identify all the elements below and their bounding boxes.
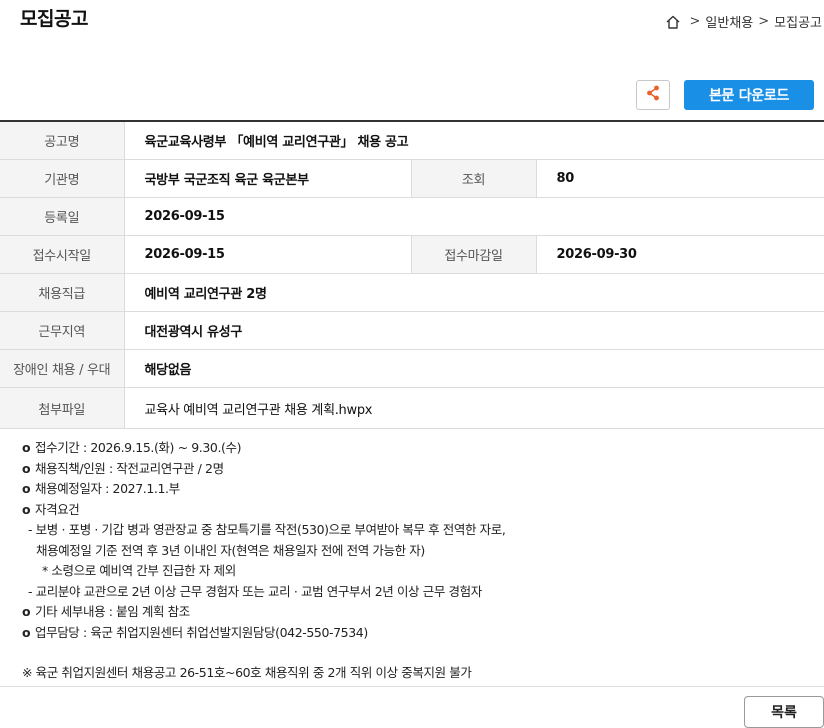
position-label: 채용직급 bbox=[0, 273, 125, 312]
title-value: 육군교육사령부 「예비역 교리연구관」 채용 공고 bbox=[124, 121, 824, 160]
region-value: 대전광역시 유성구 bbox=[124, 311, 824, 350]
reg-date-label: 등록일 bbox=[0, 197, 125, 236]
download-button[interactable]: 본문 다운로드 bbox=[684, 80, 814, 110]
body-line: 기타 세부내용 : 붙임 계획 참조 bbox=[22, 602, 814, 623]
table-row: 첨부파일 교육사 예비역 교리연구관 채용 계획.hwpx bbox=[0, 387, 824, 429]
list-button[interactable]: 목록 bbox=[744, 696, 824, 728]
body-note: ※ 육군 취업지원센터 채용공고 26-51호~60호 채용직위 중 2개 직위… bbox=[22, 665, 472, 680]
home-icon[interactable] bbox=[665, 14, 681, 30]
table-row: 공고명 육군교육사령부 「예비역 교리연구관」 채용 공고 bbox=[0, 121, 824, 160]
share-button[interactable] bbox=[636, 80, 670, 110]
body-line: * 소령으로 예비역 간부 진급한 자 제외 bbox=[42, 563, 236, 578]
breadcrumb-separator: > bbox=[758, 14, 770, 29]
attachment-link[interactable]: 교육사 예비역 교리연구관 채용 계획.hwpx bbox=[124, 387, 824, 429]
table-row: 근무지역 대전광역시 유성구 bbox=[0, 311, 824, 350]
reg-date-value: 2026-09-15 bbox=[124, 197, 824, 236]
body-line: 접수기간 : 2026.9.15.(화) ~ 9.30.(수) bbox=[22, 438, 814, 459]
breadcrumb-item-general-hiring[interactable]: 일반채용 bbox=[705, 12, 753, 31]
views-value: 80 bbox=[536, 159, 824, 198]
org-value: 국방부 국군조직 육군 육군본부 bbox=[124, 159, 411, 198]
table-row: 등록일 2026-09-15 bbox=[0, 197, 824, 236]
announcement-body: 접수기간 : 2026.9.15.(화) ~ 9.30.(수) 채용직책/인원 … bbox=[22, 438, 814, 684]
end-date-label: 접수마감일 bbox=[410, 235, 537, 274]
title-label: 공고명 bbox=[0, 121, 125, 160]
body-line: 채용예정일 기준 전역 후 3년 이내인 자(현역은 채용일자 전에 전역 가능… bbox=[36, 542, 425, 558]
body-line: 업무담당 : 육군 취업지원센터 취업선발지원담당(042-550-7534) bbox=[22, 623, 814, 644]
position-value: 예비역 교리연구관 2명 bbox=[124, 273, 824, 312]
breadcrumb-separator: > bbox=[689, 14, 701, 29]
disabled-hiring-value: 해당없음 bbox=[124, 349, 824, 388]
disabled-hiring-label: 장애인 채용 / 우대 bbox=[0, 349, 125, 388]
org-label: 기관명 bbox=[0, 159, 125, 198]
share-icon bbox=[644, 84, 662, 106]
body-line: - 보병 · 포병 · 기갑 병과 영관장교 중 참모특기를 작전(530)으로… bbox=[28, 522, 506, 537]
body-line: - 교리분야 교관으로 2년 이상 근무 경험자 또는 교리 · 교범 연구부서… bbox=[28, 583, 482, 599]
table-row: 접수시작일 2026-09-15 접수마감일 2026-09-30 bbox=[0, 235, 824, 274]
end-date-value: 2026-09-30 bbox=[536, 235, 824, 274]
views-label: 조회 bbox=[410, 159, 537, 198]
breadcrumb: > 일반채용 > 모집공고 bbox=[665, 12, 822, 31]
page-title: 모집공고 bbox=[20, 8, 88, 30]
table-row: 채용직급 예비역 교리연구관 2명 bbox=[0, 273, 824, 312]
breadcrumb-item-recruitment[interactable]: 모집공고 bbox=[774, 12, 822, 31]
table-row: 기관명 국방부 국군조직 육군 육군본부 조회 80 bbox=[0, 159, 824, 198]
table-row: 장애인 채용 / 우대 해당없음 bbox=[0, 349, 824, 388]
region-label: 근무지역 bbox=[0, 311, 125, 350]
start-date-label: 접수시작일 bbox=[0, 235, 125, 274]
announcement-info-table: 공고명 육군교육사령부 「예비역 교리연구관」 채용 공고 기관명 국방부 국군… bbox=[0, 120, 824, 429]
body-line: 채용직책/인원 : 작전교리연구관 / 2명 bbox=[22, 459, 814, 480]
body-line: 자격요건 bbox=[22, 500, 814, 521]
divider bbox=[0, 686, 824, 687]
start-date-value: 2026-09-15 bbox=[124, 235, 411, 274]
body-line: 채용예정일자 : 2027.1.1.부 bbox=[22, 479, 814, 500]
attachment-label: 첨부파일 bbox=[0, 387, 125, 429]
